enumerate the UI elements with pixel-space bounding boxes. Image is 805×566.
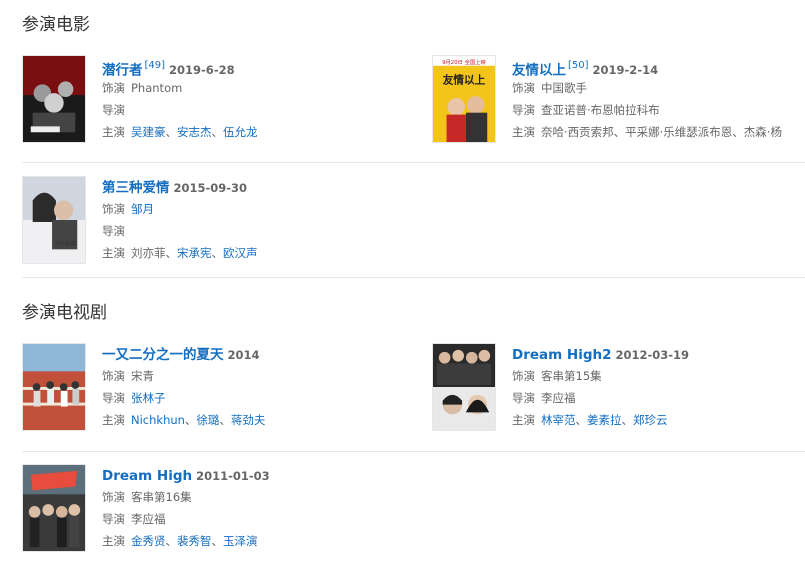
cast-link[interactable]: 吴建豪: [131, 125, 166, 139]
cast-link[interactable]: 姜素拉: [587, 413, 622, 427]
role-value: Phantom: [131, 81, 183, 95]
poster-title-text: 友情以上: [442, 73, 486, 86]
role-label: 饰演: [102, 490, 125, 504]
movie-info: 友情以上 [50] 2019-2-14 饰演 中国歌手 导演 查亚诺普·布恩帕拉科布 主…: [512, 55, 805, 143]
tv-poster[interactable]: [22, 343, 86, 431]
movie-poster[interactable]: [22, 55, 86, 143]
cast-link[interactable]: 伍允龙: [223, 125, 258, 139]
cast-separator: 、: [211, 534, 224, 548]
director-label: 导演: [512, 103, 535, 117]
tv-info: Dream High2 2012-03-19 饰演 客串第15集 导演 李应福 主演林…: [512, 343, 805, 431]
director-label: 导演: [102, 103, 125, 117]
tv-poster[interactable]: [22, 464, 86, 552]
cast-link[interactable]: 徐璐: [196, 413, 219, 427]
role-value: 客串第16集: [131, 490, 192, 504]
director-value: 李应福: [541, 391, 576, 405]
cast-value: 刘亦菲: [131, 246, 166, 260]
release-date: 2015-09-30: [173, 181, 248, 195]
cast-separator: 、: [165, 246, 178, 260]
divider: [22, 277, 805, 278]
movie-title-link[interactable]: 潜行者: [102, 62, 143, 78]
movie-title-link[interactable]: 第三种爱情: [102, 180, 170, 196]
director-label: 导演: [102, 512, 125, 526]
divider: [22, 162, 805, 163]
cast-separator: 、: [165, 125, 178, 139]
cast-label: 主演: [102, 534, 125, 548]
cast-link[interactable]: 宋承宪: [177, 246, 212, 260]
movie-info: 潜行者 [49] 2019-6-28 饰演 Phantom 导演 主演 吴建豪、安志杰、…: [102, 55, 402, 143]
role-value: 宋青: [131, 369, 154, 383]
role-label: 饰演: [512, 369, 535, 383]
role-value: 中国歌手: [541, 81, 587, 95]
cast-label: 主演: [102, 246, 125, 260]
reference-link[interactable]: [49]: [145, 60, 166, 71]
cast-separator: 、: [211, 246, 224, 260]
role-value: 客串第15集: [541, 369, 602, 383]
cast-link[interactable]: 金秀贤: [131, 534, 166, 548]
cast-separator: 、: [575, 413, 588, 427]
movie-poster[interactable]: 3种爱情: [22, 176, 86, 264]
cast-separator: 、: [211, 125, 224, 139]
tv-item: 一又二分之一的夏天 2014 饰演 宋青 导演 张林子 主演 Nichkhun、徐璐、蒋…: [22, 343, 402, 435]
role-label: 饰演: [102, 81, 125, 95]
cast-value: 奈哈·西贡索邦、平采娜·乐维瑟派布恩、杰森·杨: [541, 125, 782, 139]
role-link[interactable]: 邹月: [131, 202, 154, 216]
cast-link[interactable]: 蒋劲夫: [231, 413, 266, 427]
director-link[interactable]: 张林子: [131, 391, 166, 405]
tv-title-link[interactable]: 一又二分之一的夏天: [102, 347, 224, 363]
movies-section-title: 参演电影: [22, 15, 90, 35]
release-date: 2011-01-03: [196, 469, 270, 483]
cast-label: 主演: [512, 125, 535, 139]
cast-link[interactable]: 玉泽演: [223, 534, 258, 548]
cast-separator: 、: [165, 534, 178, 548]
poster-title-text: 3种爱情: [55, 239, 76, 247]
reference-link[interactable]: [50]: [568, 60, 589, 71]
cast-label: 主演: [102, 413, 125, 427]
tv-info: 一又二分之一的夏天 2014 饰演 宋青 导演 张林子 主演 Nichkhun、徐璐、蒋…: [102, 343, 402, 431]
role-label: 饰演: [512, 81, 535, 95]
movie-poster[interactable]: 9月20日 全国上映 友情以上: [432, 55, 496, 143]
cast-link[interactable]: 欧汉声: [223, 246, 258, 260]
director-label: 导演: [512, 391, 535, 405]
movie-item: 3种爱情 第三种爱情 2015-09-30 饰演 邹月 导演 主演 刘亦菲、宋承宪、欧…: [22, 176, 402, 268]
release-date: 2012-03-19: [615, 348, 690, 362]
cast-separator: 、: [184, 413, 197, 427]
cast-separator: 、: [621, 413, 634, 427]
tv-section-title: 参演电视剧: [22, 303, 107, 323]
poster-banner-text: 9月20日 全国上映: [442, 58, 486, 66]
release-date: 2019-2-14: [592, 63, 659, 78]
release-date: 2019-6-28: [169, 63, 235, 78]
director-value: 查亚诺普·布恩帕拉科布: [541, 103, 660, 117]
tv-title-link[interactable]: Dream High: [102, 468, 192, 484]
role-label: 饰演: [102, 369, 125, 383]
cast-separator: 、: [219, 413, 231, 427]
cast-label: 主演: [512, 413, 535, 427]
director-label: 导演: [102, 224, 125, 238]
tv-title-link[interactable]: Dream High2: [512, 347, 612, 363]
tv-item: Dream High 2011-01-03 饰演 客串第16集 导演 李应福 主演 金秀…: [22, 464, 402, 556]
director-label: 导演: [102, 391, 125, 405]
tv-item: Dream High2 2012-03-19 饰演 客串第15集 导演 李应福 主演林…: [432, 343, 805, 435]
cast-link[interactable]: 安志杰: [177, 125, 212, 139]
movie-info: 第三种爱情 2015-09-30 饰演 邹月 导演 主演 刘亦菲、宋承宪、欧汉声: [102, 176, 402, 264]
cast-link[interactable]: 裴秀智: [177, 534, 212, 548]
director-value: 李应福: [131, 512, 166, 526]
cast-link[interactable]: Nichkhun: [131, 413, 185, 427]
cast-link[interactable]: 林宰范: [541, 413, 576, 427]
movie-title-link[interactable]: 友情以上: [512, 62, 566, 78]
divider: [22, 451, 805, 452]
cast-label: 主演: [102, 125, 125, 139]
release-date: 2014: [227, 348, 260, 362]
role-label: 饰演: [102, 202, 125, 216]
movie-item: 9月20日 全国上映 友情以上 友情以上 [50] 2019-2-14 饰演 中国歌手…: [432, 55, 805, 147]
cast-link[interactable]: 郑珍云: [633, 413, 668, 427]
tv-poster[interactable]: [432, 343, 496, 431]
movie-item: 潜行者 [49] 2019-6-28 饰演 Phantom 导演 主演 吴建豪、安志杰、…: [22, 55, 402, 147]
tv-info: Dream High 2011-01-03 饰演 客串第16集 导演 李应福 主演 金秀…: [102, 464, 402, 552]
